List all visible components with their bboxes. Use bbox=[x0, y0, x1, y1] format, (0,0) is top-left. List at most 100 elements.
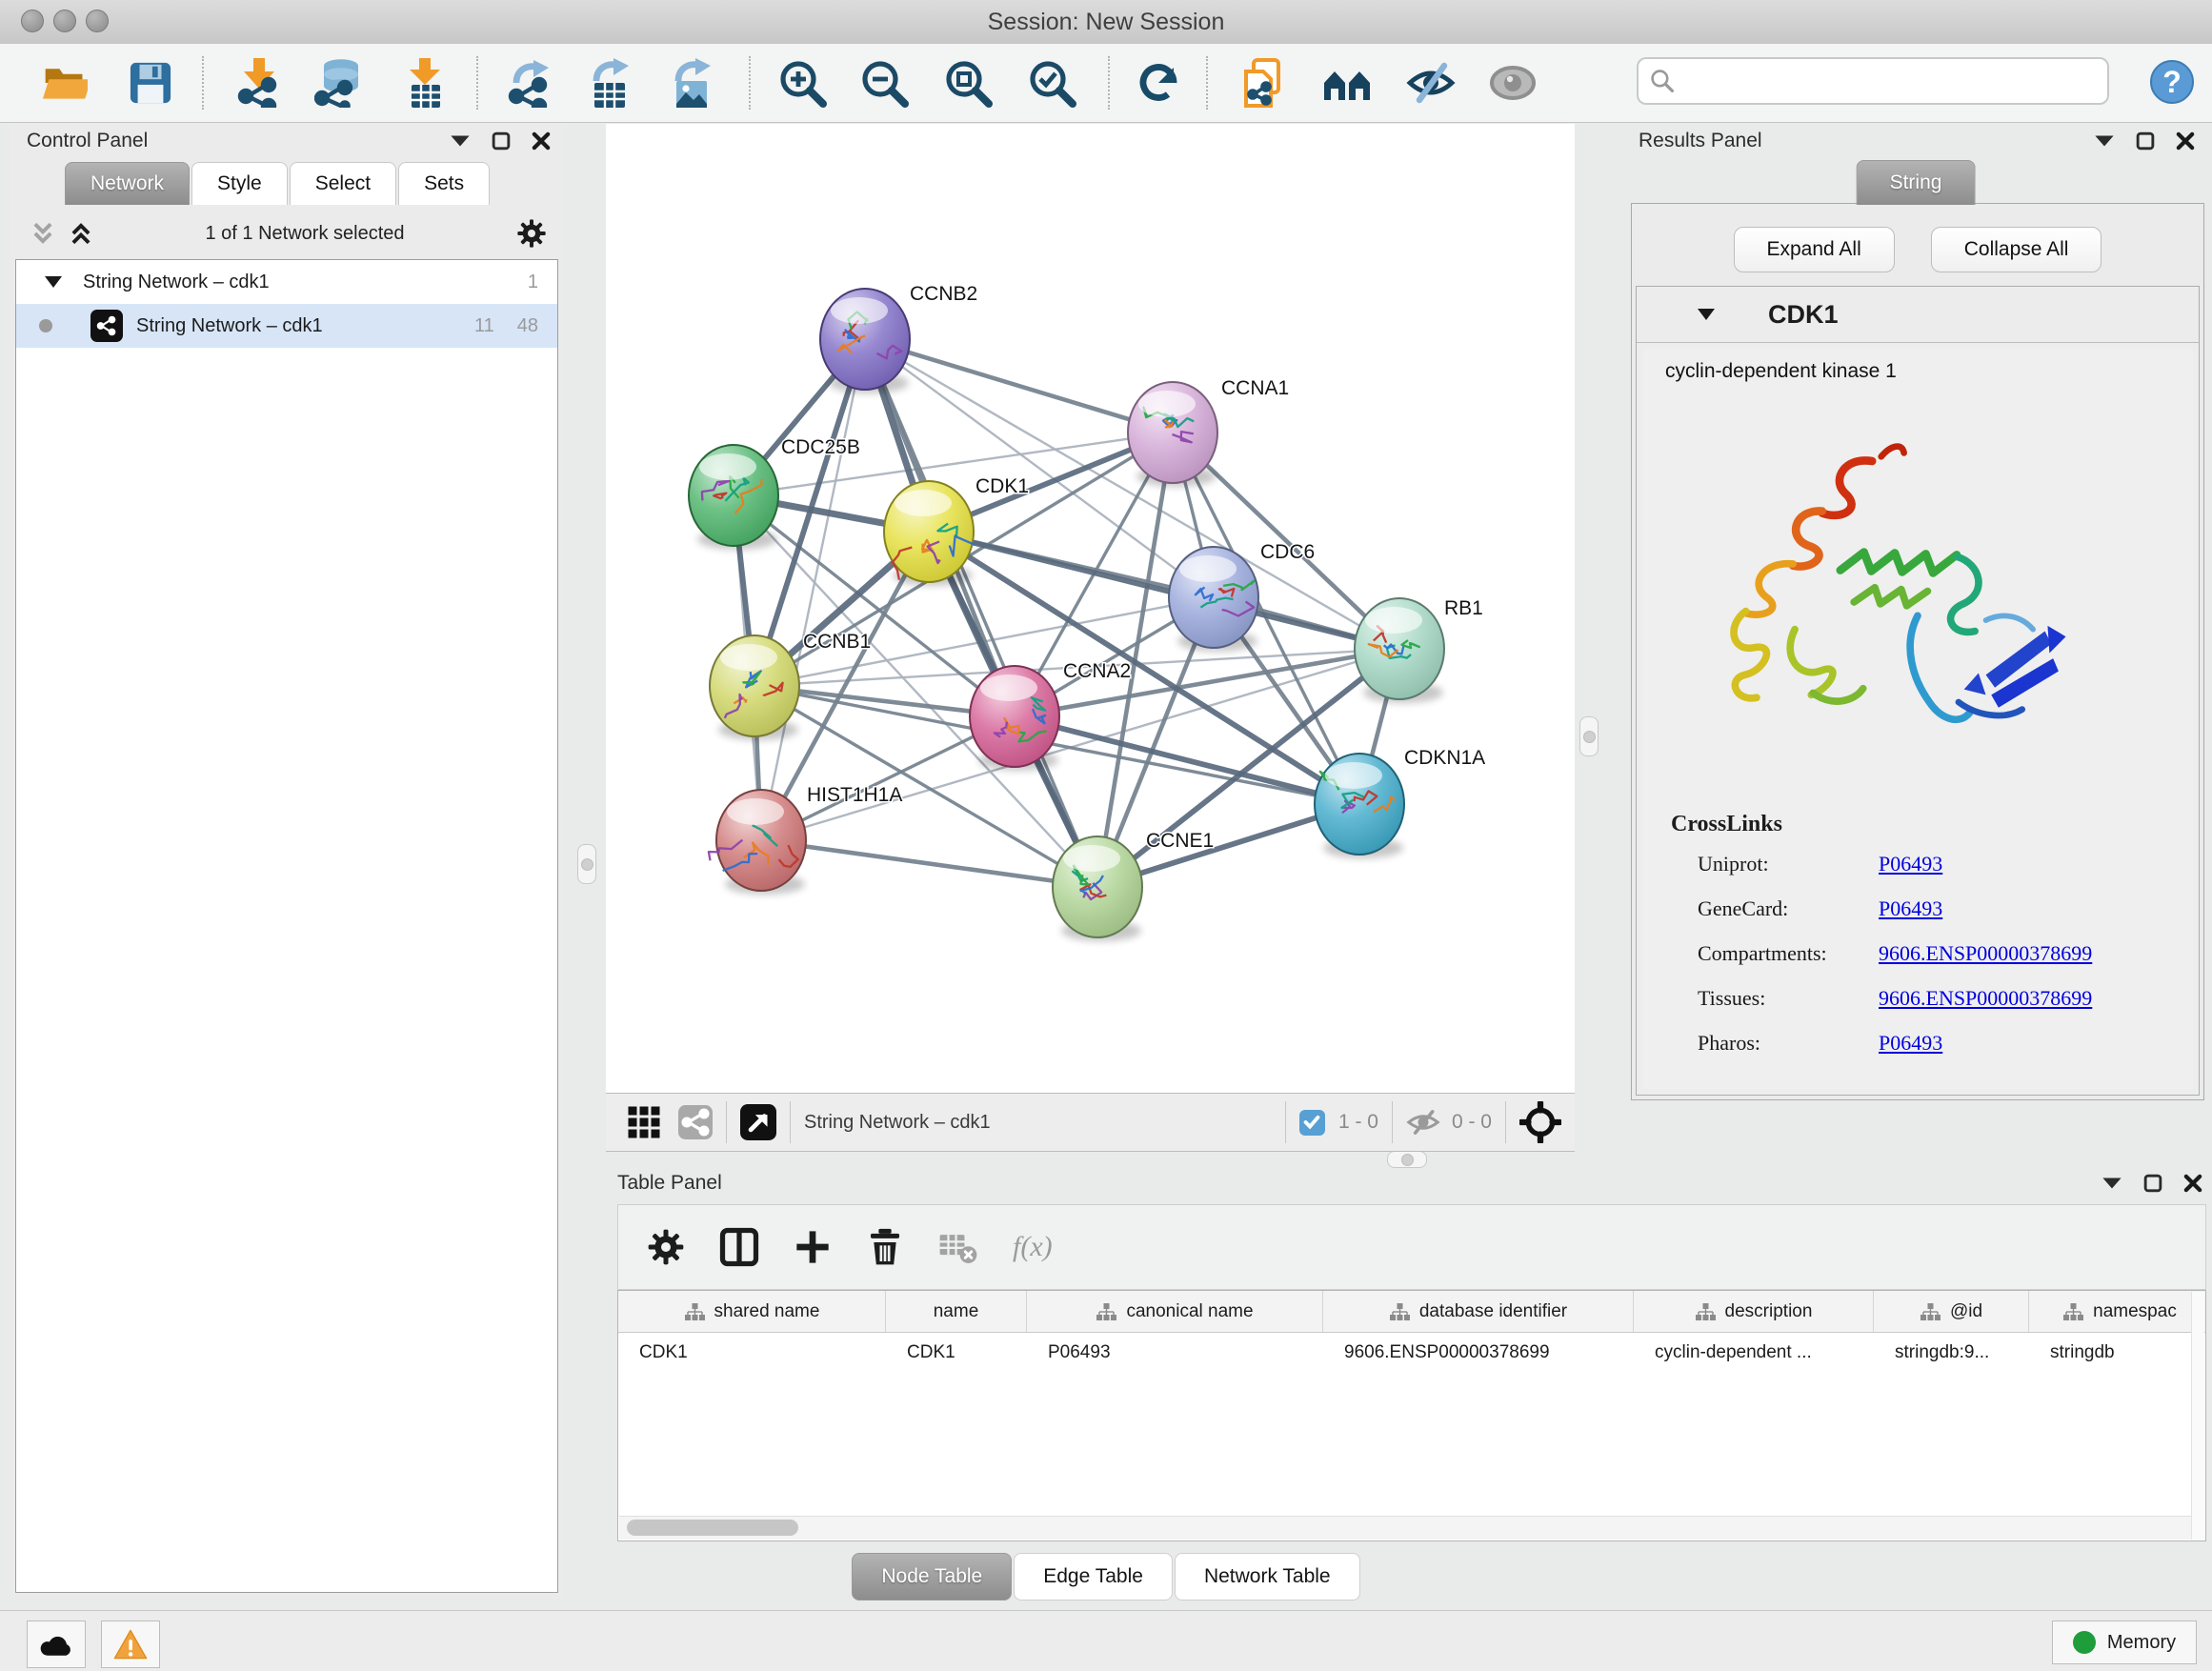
entry-header[interactable]: CDK1 bbox=[1637, 287, 2199, 343]
scrollbar-thumb[interactable] bbox=[627, 1520, 798, 1536]
zoom-fit-button[interactable] bbox=[937, 52, 998, 113]
memory-button[interactable]: Memory bbox=[2052, 1621, 2197, 1664]
add-column-icon[interactable] bbox=[794, 1228, 832, 1266]
first-neighbors-button[interactable] bbox=[1317, 52, 1377, 113]
delete-column-icon[interactable] bbox=[866, 1228, 904, 1266]
eye-slash-icon bbox=[1406, 58, 1456, 108]
zoom-out-button[interactable] bbox=[854, 52, 915, 113]
column-header-database-identifier[interactable]: database identifier bbox=[1323, 1291, 1634, 1332]
zoom-selected-button[interactable] bbox=[1021, 52, 1082, 113]
left-splitter-handle[interactable] bbox=[577, 844, 596, 884]
column-header-namespace[interactable]: namespac bbox=[2029, 1291, 2206, 1332]
network-node-CDKN1A[interactable]: CDKN1A bbox=[1315, 747, 1485, 858]
toolbar-separator bbox=[202, 56, 204, 110]
crosslink-link[interactable]: P06493 bbox=[1879, 1031, 1942, 1056]
open-session-button[interactable] bbox=[34, 52, 95, 113]
column-header-id[interactable]: @id bbox=[1874, 1291, 2029, 1332]
crosslink-link[interactable]: P06493 bbox=[1879, 896, 1942, 921]
collapse-all-button[interactable]: Collapse All bbox=[1931, 227, 2102, 272]
panel-menu-icon[interactable] bbox=[450, 134, 471, 148]
table-horizontal-scrollbar[interactable] bbox=[619, 1516, 2192, 1540]
tab-edge-table[interactable]: Edge Table bbox=[1014, 1553, 1173, 1601]
apply-layout-button[interactable] bbox=[1128, 52, 1189, 113]
toolbar-separator bbox=[1206, 56, 1208, 110]
network-node-label: RB1 bbox=[1444, 597, 1483, 619]
right-splitter-handle[interactable] bbox=[1579, 716, 1599, 756]
network-node-CDC25B[interactable]: CDC25B bbox=[689, 436, 860, 550]
zoom-in-button[interactable] bbox=[772, 52, 833, 113]
crosslink-link[interactable]: 9606.ENSP00000378699 bbox=[1879, 986, 2092, 1011]
grid-view-icon[interactable] bbox=[627, 1105, 661, 1139]
crosslink-link[interactable]: P06493 bbox=[1879, 852, 1942, 876]
entry-expander-icon[interactable] bbox=[1698, 309, 1715, 320]
show-all-button[interactable] bbox=[1482, 52, 1543, 113]
tab-network[interactable]: Network bbox=[65, 162, 190, 205]
network-node-CCNA1[interactable]: CCNA1 bbox=[1128, 377, 1289, 487]
network-canvas[interactable]: CCNB2CCNA1CDC25BCDK1CDC6RB1CCNB1CCNA2CDK… bbox=[606, 124, 1575, 1093]
center-network-icon[interactable] bbox=[1519, 1101, 1561, 1143]
cloud-status-button[interactable] bbox=[27, 1621, 86, 1668]
network-edge[interactable] bbox=[929, 532, 1399, 649]
export-network-button[interactable] bbox=[499, 52, 560, 113]
column-header-canonical-name[interactable]: canonical name bbox=[1027, 1291, 1323, 1332]
network-edge[interactable] bbox=[761, 840, 1097, 887]
save-session-button[interactable] bbox=[120, 52, 181, 113]
warnings-button[interactable] bbox=[101, 1621, 160, 1668]
network-node-CDK1[interactable]: CDK1 bbox=[884, 475, 1029, 586]
cell-name: CDK1 bbox=[886, 1342, 1027, 1363]
table-row[interactable]: CDK1 CDK1 P06493 9606.ENSP00000378699 cy… bbox=[618, 1333, 2205, 1373]
tab-sets[interactable]: Sets bbox=[398, 162, 490, 205]
selected-checkbox-icon[interactable] bbox=[1299, 1110, 1325, 1136]
float-panel-icon[interactable] bbox=[492, 131, 511, 151]
export-image-button[interactable] bbox=[661, 52, 722, 113]
close-panel-icon[interactable] bbox=[532, 131, 551, 151]
search-input[interactable] bbox=[1682, 68, 2096, 94]
network-edge[interactable] bbox=[761, 339, 865, 840]
network-options-gear-icon[interactable] bbox=[516, 218, 547, 249]
table-vertical-scrollbar[interactable] bbox=[2191, 1292, 2204, 1540]
hide-selected-button[interactable] bbox=[1400, 52, 1461, 113]
tab-network-table[interactable]: Network Table bbox=[1175, 1553, 1360, 1601]
network-edge[interactable] bbox=[865, 339, 1173, 433]
float-panel-icon[interactable] bbox=[2136, 131, 2155, 151]
collection-expander-icon[interactable] bbox=[45, 276, 62, 288]
network-node-CCNB2[interactable]: CCNB2 bbox=[820, 283, 977, 393]
protein-structure-image bbox=[1677, 402, 2077, 802]
tab-style[interactable]: Style bbox=[191, 162, 288, 205]
collapse-all-icon[interactable] bbox=[30, 221, 55, 246]
birdseye-view-icon[interactable] bbox=[740, 1104, 776, 1140]
panel-menu-icon[interactable] bbox=[2094, 134, 2115, 148]
export-table-icon bbox=[585, 58, 634, 108]
crosslink-link[interactable]: 9606.ENSP00000378699 bbox=[1879, 941, 2092, 966]
float-panel-icon[interactable] bbox=[2143, 1174, 2162, 1193]
network-node-HIST1H1A[interactable]: HIST1H1A bbox=[709, 784, 902, 895]
show-columns-icon[interactable] bbox=[719, 1227, 759, 1267]
column-header-shared-name[interactable]: shared name bbox=[618, 1291, 886, 1332]
close-panel-icon[interactable] bbox=[2183, 1174, 2202, 1193]
close-panel-icon[interactable] bbox=[2176, 131, 2195, 151]
tab-select[interactable]: Select bbox=[290, 162, 396, 205]
tab-node-table[interactable]: Node Table bbox=[852, 1553, 1012, 1601]
column-header-description[interactable]: description bbox=[1634, 1291, 1874, 1332]
help-button[interactable]: ? bbox=[2149, 59, 2195, 105]
expand-all-button[interactable]: Expand All bbox=[1734, 227, 1895, 272]
network-collection-row[interactable]: String Network – cdk1 1 bbox=[16, 260, 557, 304]
network-node-label: CDKN1A bbox=[1404, 747, 1485, 769]
import-network-file-button[interactable] bbox=[229, 52, 290, 113]
panel-menu-icon[interactable] bbox=[2101, 1177, 2122, 1190]
network-node-RB1[interactable]: RB1 bbox=[1355, 597, 1483, 703]
export-table-button[interactable] bbox=[579, 52, 640, 113]
tab-string[interactable]: String bbox=[1857, 160, 1976, 205]
network-row[interactable]: String Network – cdk1 11 48 bbox=[16, 304, 557, 348]
network-node-CDC6[interactable]: CDC6 bbox=[1169, 541, 1315, 652]
column-header-name[interactable]: name bbox=[886, 1291, 1027, 1332]
node-table: shared name name canonical name database… bbox=[617, 1290, 2206, 1541]
network-node-CCNE1[interactable]: CCNE1 bbox=[1053, 830, 1214, 941]
import-table-button[interactable] bbox=[394, 52, 455, 113]
import-network-database-button[interactable] bbox=[309, 52, 370, 113]
table-settings-gear-icon[interactable] bbox=[647, 1228, 685, 1266]
new-network-from-selection-button[interactable] bbox=[1233, 52, 1294, 113]
expand-all-icon[interactable] bbox=[69, 221, 93, 246]
network-view-icon[interactable] bbox=[678, 1105, 713, 1139]
zoom-out-icon bbox=[859, 58, 909, 108]
